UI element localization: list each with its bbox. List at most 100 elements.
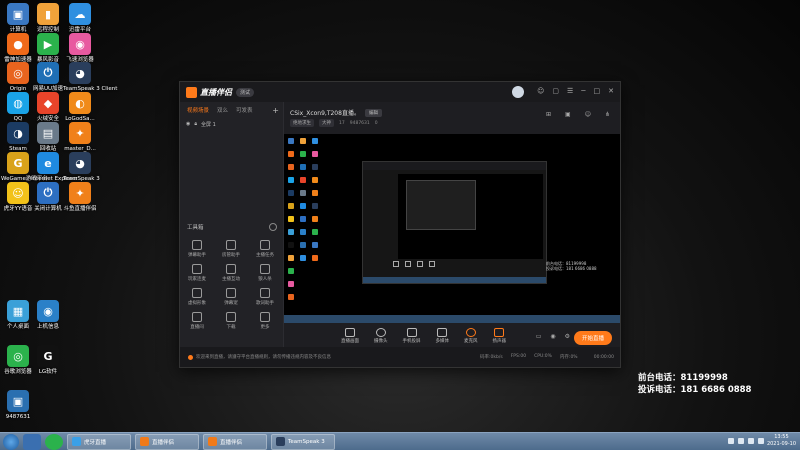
tab-three[interactable]: 可发表 [236, 106, 253, 114]
desktop-icon[interactable]: ◎ 谷歌浏览器 [1, 345, 35, 376]
taskbar-item[interactable]: TeamSpeak 3 [271, 433, 335, 450]
desktop-icon[interactable]: ▮ 远程控制 [31, 3, 65, 34]
eye-icon[interactable]: ◉ [186, 121, 190, 127]
scene-item[interactable]: ◉ 🔒︎ 全屏 1 [180, 118, 283, 130]
desktop-icon[interactable]: ▣ 9487631 [1, 390, 35, 421]
minimize-icon[interactable]: ─ [581, 87, 585, 95]
window-controls: ☺ ▢ ☰ ─ □ ✕ [537, 87, 614, 95]
desktop-icon[interactable]: ◉ 飞速浏览器 [63, 33, 97, 64]
gift-icon[interactable]: ⊞ [546, 111, 551, 118]
desktop-icon[interactable]: ✦ master_D... [63, 122, 97, 153]
desktop-icon[interactable]: ◐ LoGodSa... [63, 92, 97, 123]
tab-two[interactable]: 双么 [217, 106, 228, 114]
pinned-chrome-icon[interactable] [45, 433, 63, 450]
app-name: 直播伴侣 [200, 87, 232, 97]
nested-title-bar [363, 162, 546, 170]
desktop-icon[interactable]: G WeGame游戏平台 [1, 152, 48, 183]
desktop-icon[interactable]: ☺ 虎牙YY语音 [1, 182, 35, 213]
camera-icon [375, 328, 386, 337]
preview-desktop-icon [300, 138, 306, 144]
edit-title-button[interactable]: 编辑 [364, 108, 382, 117]
tray-icon[interactable] [738, 438, 744, 444]
desktop-icon[interactable]: ▶ 暴风影音 [31, 33, 65, 64]
toolbox-item[interactable]: 弹幕助手 [180, 240, 214, 258]
screen-capture-button[interactable]: 直播画面 [341, 328, 359, 344]
clock[interactable]: 13:55 2021-09-10 [767, 434, 796, 448]
toolbox-item[interactable]: 房管助手 [214, 240, 248, 258]
toolbox-item[interactable]: 主播互动 [214, 264, 248, 282]
desktop-icon[interactable]: ◕ TeamSpeak 3 [63, 152, 100, 183]
tool-label: 弹幕宠 [224, 301, 238, 306]
preview-eye-icon[interactable]: ◉ [550, 333, 555, 340]
desktop-icon[interactable]: ◆ 火绒安全 [31, 92, 65, 123]
tray-icon[interactable] [758, 438, 764, 444]
preview-desktop-icon [312, 164, 318, 170]
toolbox-header: 工具箱 [187, 223, 277, 231]
taskbar-item[interactable]: 直播伴侣 [135, 433, 199, 450]
skin-icon[interactable]: ☺ [537, 87, 544, 95]
start-button[interactable] [3, 433, 19, 450]
desktop-icon[interactable]: ⏻ 网易UU加速 [31, 62, 65, 93]
user-avatar[interactable] [512, 86, 524, 98]
settings-icon[interactable]: ⚙ [565, 333, 570, 340]
speaker-button[interactable]: 扬声器 [493, 328, 506, 344]
toolbox-item[interactable]: 歌词助手 [248, 288, 282, 306]
desktop-icon[interactable]: ☁ 迅雷平台 [63, 3, 97, 34]
maximize-icon[interactable]: □ [594, 87, 601, 95]
desktop-icon[interactable]: ◍ QQ [1, 92, 35, 123]
layout-icon[interactable]: ▣ [565, 111, 571, 118]
preview-desktop-icon [312, 138, 318, 144]
tray-icon[interactable] [748, 438, 754, 444]
desktop-icon-image: ▮ [37, 3, 59, 25]
phone-cast-button[interactable]: 手机投屏 [403, 328, 421, 344]
toolbox-more-icon[interactable] [269, 223, 277, 231]
tab-scenes[interactable]: 视频场景 [187, 106, 209, 114]
menu-icon[interactable]: ☰ [567, 87, 573, 95]
desktop-icon[interactable]: ▦ 个人桌面 [1, 300, 35, 331]
toolbox-item[interactable]: 主播任务 [248, 240, 282, 258]
tag-chip[interactable]: 大神 [319, 119, 334, 127]
camera-button[interactable]: 摄像头 [374, 328, 388, 344]
category-chip[interactable]: 绝地求生 [290, 119, 314, 127]
desktop-icon[interactable]: G LG软件 [31, 345, 65, 376]
toolbox-item[interactable]: 玩家连麦 [180, 264, 214, 282]
desktop-icon-image: ✦ [69, 122, 91, 144]
pinned-explorer-icon[interactable] [23, 433, 41, 450]
toolbox-item[interactable]: 虚拟形象 [180, 288, 214, 306]
tool-icon [192, 264, 202, 274]
desktop-icon[interactable]: ◎ Origin [1, 62, 35, 93]
desktop-icon[interactable]: ◕ TeamSpeak 3 Client [63, 62, 117, 93]
preview-desktop-icon [300, 242, 306, 248]
toolbox-item[interactable]: 下载 [214, 312, 248, 330]
toolbox-item[interactable]: 弹幕宠 [214, 288, 248, 306]
record-icon[interactable]: ▭ [536, 333, 542, 340]
desktop-icon[interactable]: ⏻ 关闭计算机 [31, 182, 65, 213]
toolbox-item[interactable]: 狼人杀 [248, 264, 282, 282]
desktop-icon[interactable]: ✦ 斗鱼直播伴侣 [63, 182, 97, 213]
tray-icon[interactable] [728, 438, 734, 444]
desktop-icon[interactable]: e Internet Explorer [31, 152, 78, 183]
desktop-icon[interactable]: ● 雷神加速器 [1, 33, 35, 64]
microphone-label: 麦克风 [464, 339, 478, 344]
desktop-icon[interactable]: ▤ 回收站 [31, 122, 65, 153]
desktop-icon[interactable]: ◉ 上机信息 [31, 300, 65, 331]
nested-preview [398, 174, 543, 259]
desktop-icon[interactable]: ▣ 计算机 [1, 3, 35, 34]
toolbox-item[interactable]: 更多 [248, 312, 282, 330]
user-icon[interactable]: ☺ [585, 111, 591, 118]
share-icon[interactable]: ⋔ [605, 111, 610, 118]
microphone-button[interactable]: 麦克风 [464, 328, 478, 344]
phone-icon [406, 328, 417, 337]
taskbar-item[interactable]: 虎牙直播 [67, 433, 131, 450]
stream-preview[interactable]: 前台电话：81199998 投诉电话：181 6686 0888 [284, 134, 620, 323]
add-scene-button[interactable]: + [272, 106, 279, 115]
message-icon[interactable]: ▢ [552, 87, 559, 95]
toolbox-item[interactable]: 直播间 [180, 312, 214, 330]
lock-icon[interactable]: 🔒︎ [194, 121, 197, 127]
go-live-button[interactable]: 开始直播 [573, 331, 612, 345]
close-icon[interactable]: ✕ [608, 87, 614, 95]
media-button[interactable]: 多媒体 [436, 328, 449, 344]
taskbar-item[interactable]: 直播伴侣 [203, 433, 267, 450]
tool-icon [192, 312, 202, 322]
desktop-icon[interactable]: ◑ Steam [1, 122, 35, 153]
